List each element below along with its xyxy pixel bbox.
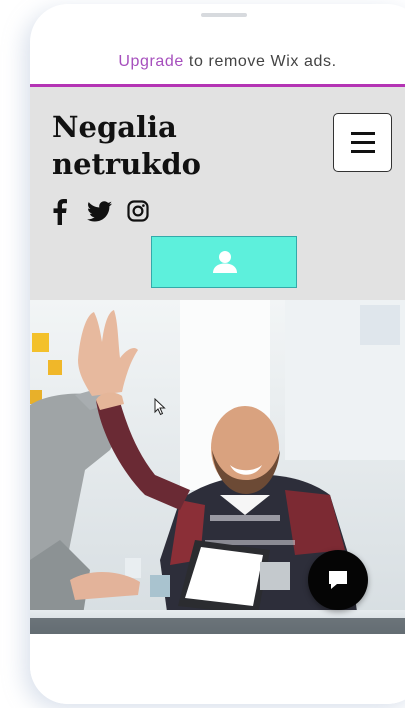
facebook-icon: [53, 198, 67, 225]
mouse-cursor-icon: [154, 397, 166, 421]
wix-ads-banner: Upgrade to remove Wix ads.: [30, 42, 405, 82]
user-icon: [213, 251, 237, 273]
hamburger-menu-icon-bar: [351, 141, 375, 144]
upgrade-link[interactable]: Upgrade: [118, 53, 184, 70]
twitter-icon: [86, 200, 112, 221]
twitter-link[interactable]: [86, 197, 112, 225]
site-title-line2: netrukdo: [52, 147, 202, 181]
facebook-link[interactable]: [50, 197, 70, 225]
site-title-line1: Negalia: [52, 110, 177, 144]
member-login-button[interactable]: [151, 236, 297, 288]
chat-icon: [329, 571, 347, 589]
hamburger-menu-icon: [351, 132, 375, 135]
wix-banner-text: to remove Wix ads.: [183, 53, 337, 70]
content-area: [30, 634, 405, 704]
site-header: Negalia netrukdo: [30, 87, 405, 300]
site-title[interactable]: Negalia netrukdo: [52, 109, 272, 183]
phone-notch: [201, 13, 247, 17]
menu-button[interactable]: [333, 113, 392, 172]
chat-button[interactable]: [308, 550, 368, 610]
hamburger-menu-icon-bar: [351, 150, 375, 153]
instagram-icon: [127, 200, 149, 222]
instagram-link[interactable]: [126, 197, 150, 225]
